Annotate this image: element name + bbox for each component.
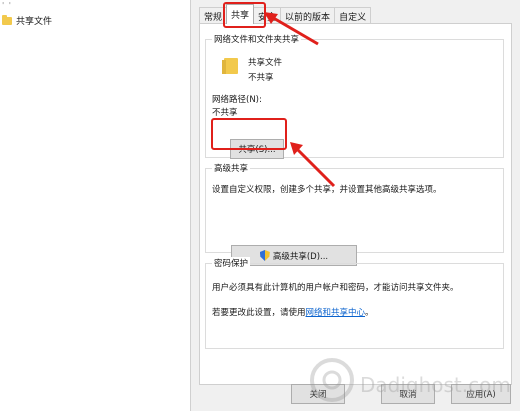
corner-mark: ' ' [2, 1, 12, 10]
network-path-label: 网络路径(N): [212, 95, 262, 105]
cancel-button[interactable]: 取消 [381, 384, 435, 404]
password-protection-group: 密码保护 用户必须具有此计算机的用户帐户和密码，才能访问共享文件夹。 若要更改此… [205, 257, 504, 349]
change-setting-text: 若要更改此设置，请使用网络和共享中心。 [212, 306, 374, 318]
network-path-value: 不共享 [212, 108, 238, 118]
folder-icon [2, 14, 12, 25]
advanced-sharing-title: 高级共享 [212, 162, 251, 174]
tab-strip: 常规 共享 安全 以前的版本 自定义 [199, 4, 372, 24]
uac-shield-icon [260, 250, 270, 261]
password-protection-title: 密码保护 [212, 257, 251, 269]
change-setting-prefix: 若要更改此设置，请使用 [212, 308, 306, 318]
tab-security[interactable]: 安全 [253, 7, 282, 24]
network-sharing-group: 网络文件和文件夹共享 共享文件 不共享 网络路径(N): 不共享 共享(S)..… [205, 33, 504, 159]
folder-icon [222, 58, 238, 74]
close-button[interactable]: 关闭 [291, 384, 345, 404]
share-button[interactable]: 共享(S)... [230, 139, 284, 159]
advanced-sharing-group: 高级共享 设置自定义权限，创建多个共享，并设置其他高级共享选项。 高级共享(D)… [205, 162, 504, 266]
tab-general[interactable]: 常规 [199, 7, 228, 24]
tab-content-panel: 网络文件和文件夹共享 共享文件 不共享 网络路径(N): 不共享 共享(S)..… [199, 23, 512, 385]
explorer-folder-label: 共享文件 [16, 17, 53, 27]
properties-dialog: 常规 共享 安全 以前的版本 自定义 网络文件和文件夹共享 共享文件 不共享 网… [190, 0, 520, 411]
explorer-folder-item[interactable]: 共享文件 [2, 14, 52, 27]
tab-sharing[interactable]: 共享 [226, 4, 255, 24]
network-sharing-title: 网络文件和文件夹共享 [212, 33, 302, 45]
password-protection-description: 用户必须具有此计算机的用户帐户和密码，才能访问共享文件夹。 [212, 283, 459, 293]
network-sharing-center-link[interactable]: 网络和共享中心 [306, 308, 366, 318]
advanced-sharing-description: 设置自定义权限，创建多个共享，并设置其他高级共享选项。 [212, 185, 442, 195]
tab-customize[interactable]: 自定义 [334, 7, 372, 24]
change-setting-suffix: 。 [365, 308, 374, 318]
tab-previous-versions[interactable]: 以前的版本 [280, 7, 336, 24]
apply-button[interactable]: 应用(A) [451, 384, 511, 404]
folder-name: 共享文件 [248, 58, 283, 68]
folder-share-status: 不共享 [248, 73, 274, 83]
advanced-sharing-button-label: 高级共享(D)... [272, 251, 329, 262]
